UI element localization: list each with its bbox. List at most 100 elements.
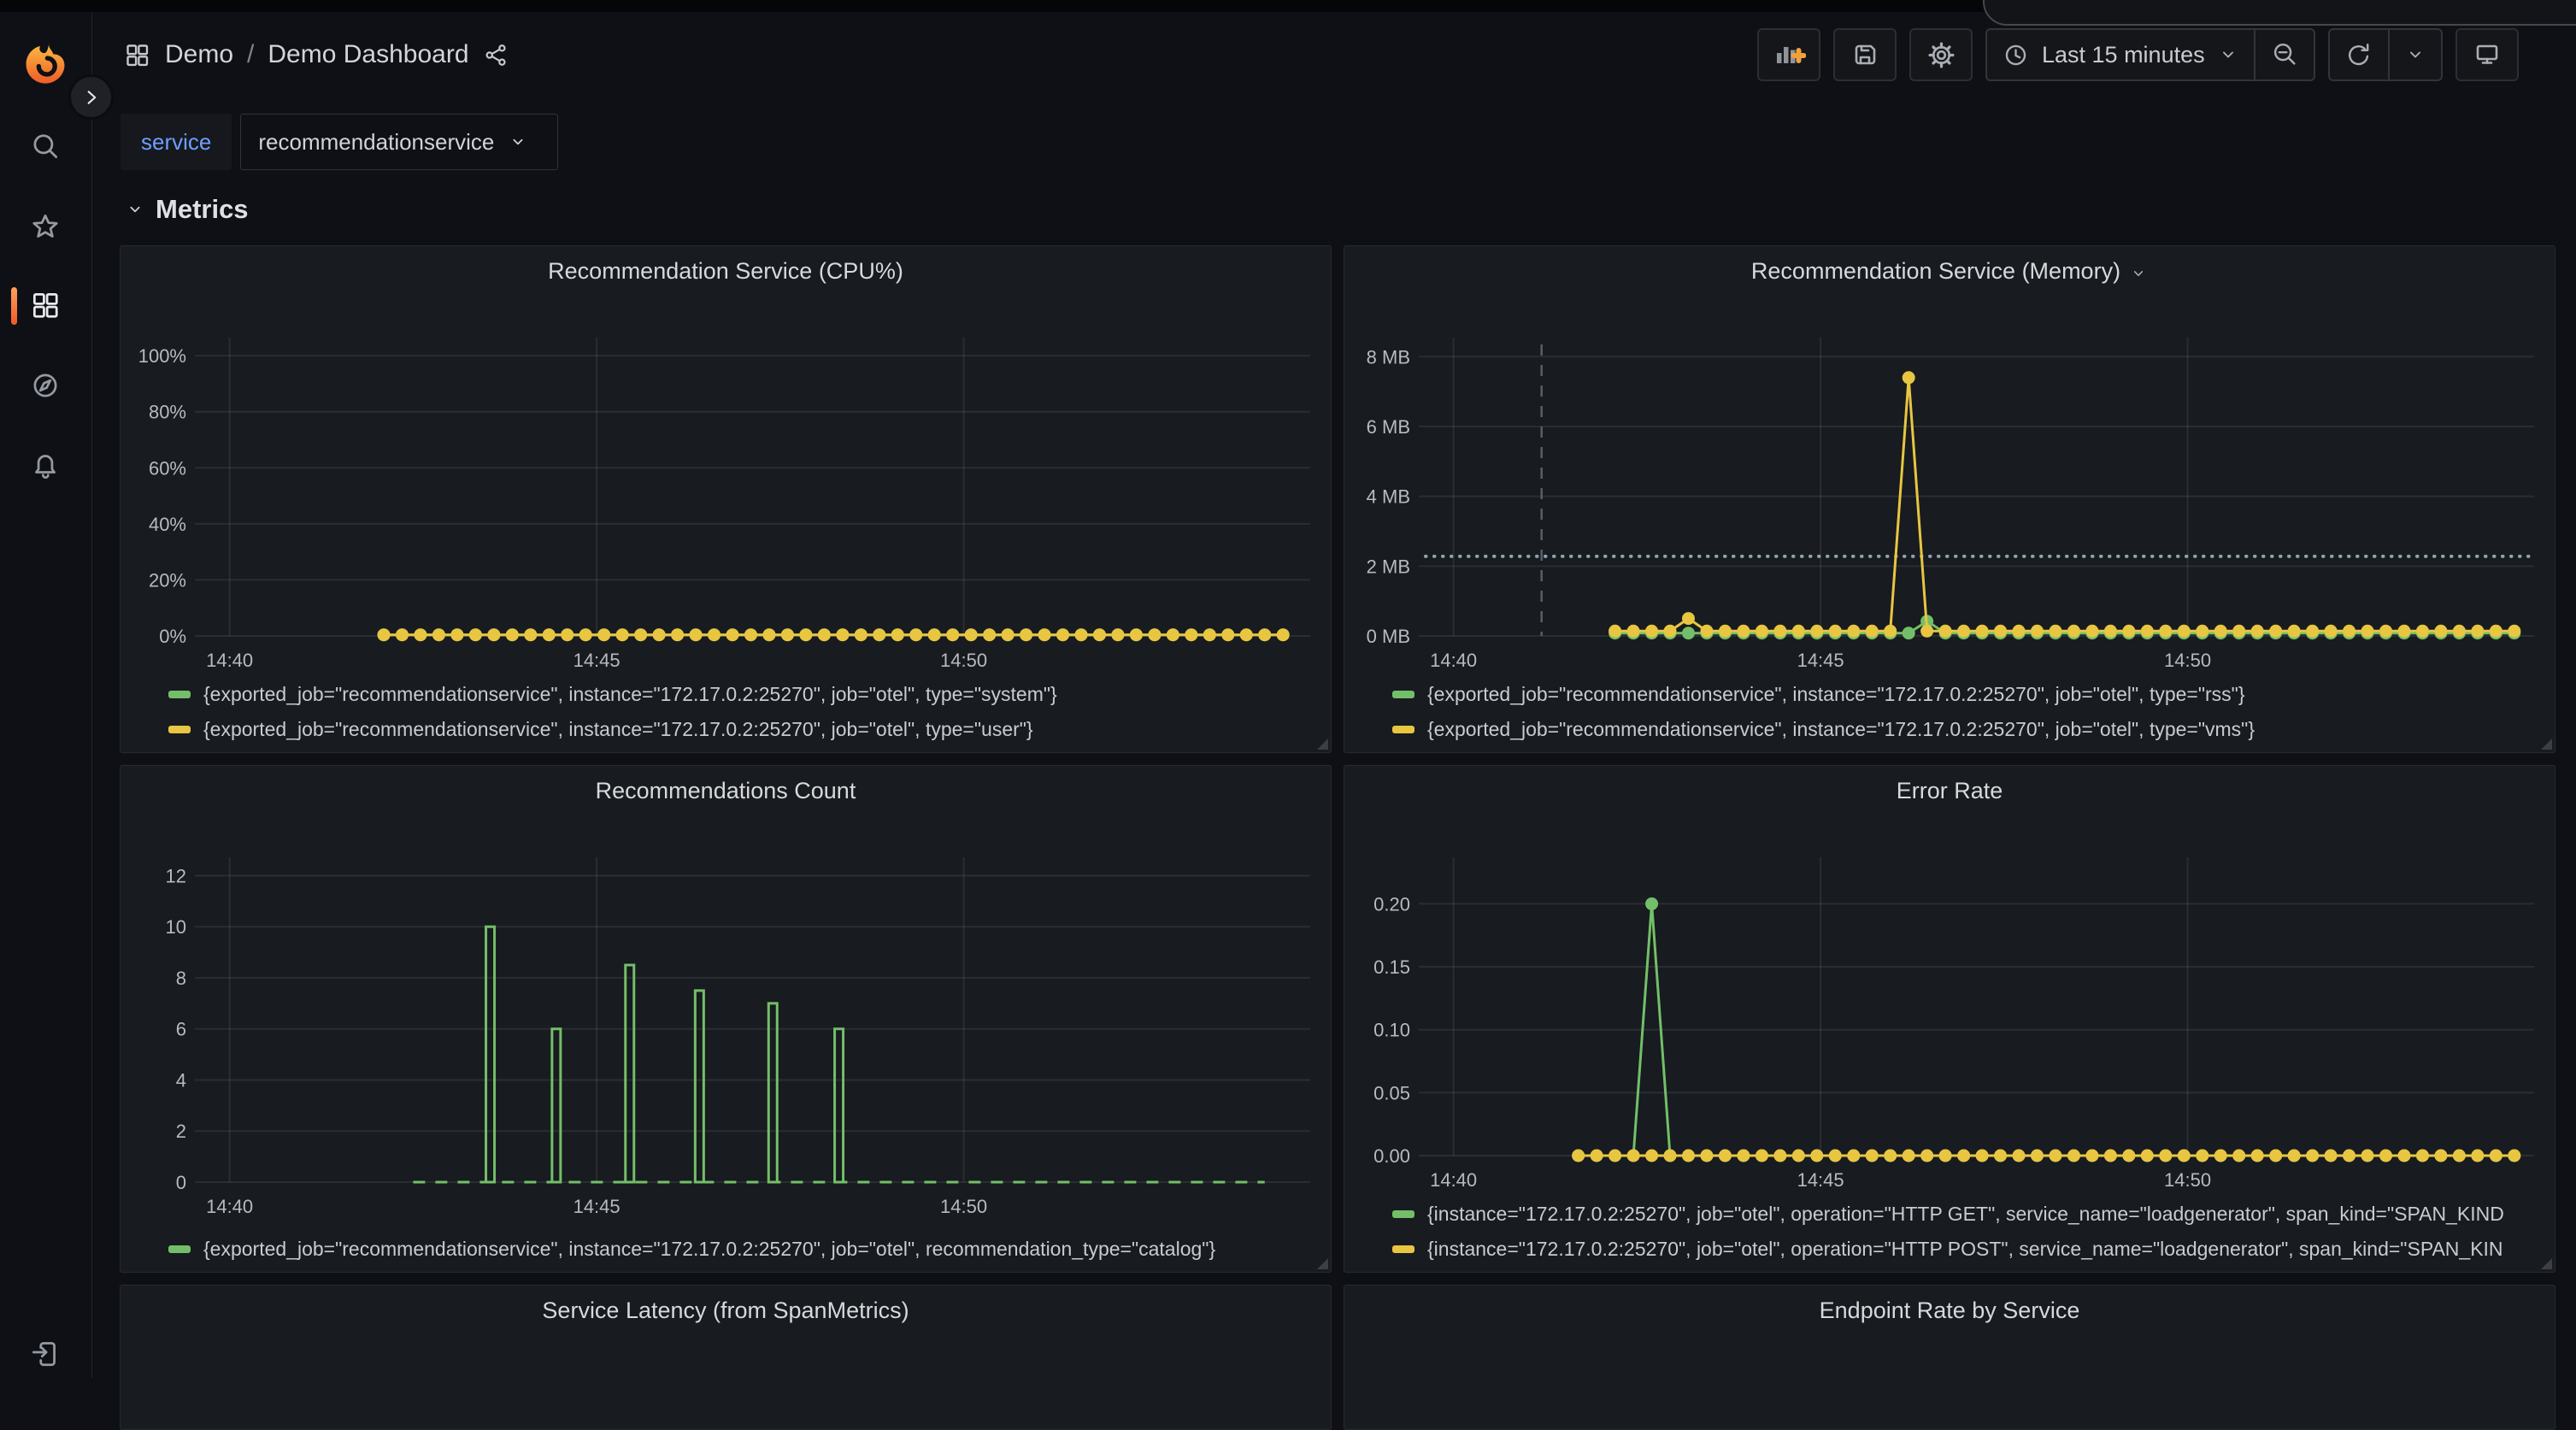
panel-title[interactable]: Error Rate bbox=[1344, 778, 2555, 804]
kiosk-mode-button[interactable] bbox=[2455, 28, 2519, 81]
dashboards-grid-icon[interactable] bbox=[123, 41, 151, 69]
time-range-label: Last 15 minutes bbox=[2042, 42, 2205, 68]
panel-resize-handle[interactable] bbox=[1317, 1258, 1328, 1269]
legend-item[interactable]: {instance="172.17.0.2:25270", job="otel"… bbox=[1392, 1232, 2548, 1267]
panel-title[interactable]: Recommendation Service (Memory) bbox=[1344, 258, 2555, 285]
variable-value-dropdown[interactable]: recommendationservice bbox=[240, 114, 558, 170]
sidebar-active-indicator bbox=[11, 287, 17, 325]
dashboard-settings-button[interactable] bbox=[1909, 28, 1973, 81]
alerting-bell-icon[interactable] bbox=[29, 447, 62, 480]
chevron-down-icon bbox=[2404, 44, 2426, 66]
recommendations-count-chart[interactable]: 02468101214:4014:4514:50 bbox=[121, 814, 1331, 1273]
refresh-control bbox=[2328, 28, 2443, 81]
legend-item[interactable]: {exported_job="recommendationservice", i… bbox=[168, 712, 1324, 747]
svg-text:2: 2 bbox=[176, 1121, 186, 1142]
svg-text:0%: 0% bbox=[159, 626, 186, 647]
variable-label: service bbox=[121, 114, 232, 170]
search-icon[interactable] bbox=[29, 131, 62, 163]
legend-item[interactable]: {instance="172.17.0.2:25270", job="otel"… bbox=[1392, 1197, 2548, 1232]
chevron-down-icon bbox=[508, 132, 528, 152]
legend: {exported_job="recommendationservice", i… bbox=[168, 677, 1324, 747]
legend-label: {exported_job="recommendationservice", i… bbox=[203, 1238, 1215, 1261]
refresh-button[interactable] bbox=[2330, 30, 2388, 79]
time-range-picker[interactable]: Last 15 minutes bbox=[1987, 30, 2254, 79]
clock-icon bbox=[2002, 41, 2030, 69]
legend-item[interactable]: {exported_job="recommendationservice", i… bbox=[1392, 712, 2548, 747]
dashboards-icon[interactable] bbox=[29, 289, 62, 321]
panel-title[interactable]: Endpoint Rate by Service bbox=[1344, 1298, 2555, 1324]
favorites-star-icon[interactable] bbox=[29, 210, 62, 243]
dashboard-variables: service recommendationservice bbox=[121, 114, 558, 170]
legend-item[interactable]: {exported_job="recommendationservice", i… bbox=[1392, 677, 2548, 712]
explore-compass-icon[interactable] bbox=[29, 369, 62, 402]
panel-recommendations-count: Recommendations Count 02468101214:4014:4… bbox=[120, 765, 1332, 1273]
svg-text:0.15: 0.15 bbox=[1373, 956, 1410, 978]
svg-text:2 MB: 2 MB bbox=[1367, 556, 1410, 577]
svg-text:14:40: 14:40 bbox=[206, 650, 253, 671]
svg-text:14:50: 14:50 bbox=[940, 650, 987, 671]
expand-sidebar-button[interactable] bbox=[68, 74, 114, 120]
panel-service-latency: Service Latency (from SpanMetrics) bbox=[120, 1285, 1332, 1430]
metrics-section-header[interactable]: Metrics bbox=[125, 191, 249, 227]
legend: {exported_job="recommendationservice", i… bbox=[1392, 677, 2548, 747]
time-range-control: Last 15 minutes bbox=[1985, 28, 2315, 81]
svg-text:0: 0 bbox=[176, 1172, 186, 1193]
legend: {exported_job="recommendationservice", i… bbox=[168, 1232, 1324, 1267]
svg-text:12: 12 bbox=[166, 865, 186, 886]
legend-label: {instance="172.17.0.2:25270", job="otel"… bbox=[1427, 1238, 2503, 1261]
svg-text:8: 8 bbox=[176, 968, 186, 989]
zoom-out-time-button[interactable] bbox=[2254, 30, 2314, 79]
panel-title[interactable]: Recommendations Count bbox=[121, 778, 1331, 804]
dashboard-toolbar: Last 15 minutes bbox=[1757, 28, 2519, 81]
sign-in-icon[interactable] bbox=[29, 1336, 62, 1368]
sidebar bbox=[0, 12, 92, 1378]
svg-text:14:40: 14:40 bbox=[1430, 1169, 1477, 1191]
legend-swatch bbox=[168, 691, 191, 698]
svg-text:6: 6 bbox=[176, 1019, 186, 1040]
panel-error-rate: Error Rate 0.000.050.100.150.2014:4014:4… bbox=[1344, 765, 2555, 1273]
svg-text:14:45: 14:45 bbox=[1797, 650, 1844, 671]
panel-resize-handle[interactable] bbox=[2541, 739, 2552, 750]
svg-text:14:45: 14:45 bbox=[573, 1196, 620, 1217]
svg-text:80%: 80% bbox=[149, 402, 186, 423]
grafana-logo[interactable] bbox=[23, 39, 68, 87]
svg-text:14:45: 14:45 bbox=[1797, 1169, 1844, 1191]
panel-resize-handle[interactable] bbox=[1317, 739, 1328, 750]
breadcrumb-page[interactable]: Demo Dashboard bbox=[268, 40, 468, 69]
legend-swatch bbox=[168, 1245, 191, 1253]
zoom-out-icon bbox=[2270, 40, 2299, 69]
svg-text:14:40: 14:40 bbox=[1430, 650, 1477, 671]
refresh-interval-dropdown[interactable] bbox=[2388, 30, 2441, 79]
svg-text:14:50: 14:50 bbox=[2164, 650, 2211, 671]
save-icon bbox=[1850, 39, 1880, 70]
svg-text:40%: 40% bbox=[149, 514, 186, 535]
legend: {instance="172.17.0.2:25270", job="otel"… bbox=[1392, 1197, 2548, 1267]
breadcrumb: Demo / Demo Dashboard bbox=[123, 28, 509, 81]
chevron-down-icon bbox=[125, 199, 145, 220]
legend-label: {exported_job="recommendationservice", i… bbox=[203, 718, 1033, 741]
svg-text:0 MB: 0 MB bbox=[1367, 626, 1410, 647]
svg-text:0.00: 0.00 bbox=[1373, 1145, 1410, 1167]
legend-label: {exported_job="recommendationservice", i… bbox=[203, 683, 1057, 706]
svg-text:14:50: 14:50 bbox=[2164, 1169, 2211, 1191]
panel-resize-handle[interactable] bbox=[2541, 1258, 2552, 1269]
save-dashboard-button[interactable] bbox=[1833, 28, 1897, 81]
breadcrumb-section[interactable]: Demo bbox=[165, 40, 233, 69]
legend-label: {exported_job="recommendationservice", i… bbox=[1427, 718, 2255, 741]
refresh-icon bbox=[2344, 40, 2373, 69]
monitor-icon bbox=[2472, 39, 2502, 70]
share-icon[interactable] bbox=[483, 42, 509, 68]
panel-menu-caret-icon[interactable] bbox=[2129, 264, 2148, 283]
add-visualization-button[interactable] bbox=[1757, 28, 1820, 81]
legend-swatch bbox=[1392, 1210, 1414, 1218]
panel-title[interactable]: Service Latency (from SpanMetrics) bbox=[121, 1298, 1331, 1324]
panel-title[interactable]: Recommendation Service (CPU%) bbox=[121, 258, 1331, 285]
legend-item[interactable]: {exported_job="recommendationservice", i… bbox=[168, 677, 1324, 712]
legend-swatch bbox=[1392, 726, 1414, 733]
svg-text:100%: 100% bbox=[138, 345, 186, 367]
legend-label: {instance="172.17.0.2:25270", job="otel"… bbox=[1427, 1203, 2504, 1226]
browser-overlay-card bbox=[1983, 0, 2576, 26]
svg-text:10: 10 bbox=[166, 916, 186, 938]
section-title: Metrics bbox=[156, 194, 249, 225]
legend-item[interactable]: {exported_job="recommendationservice", i… bbox=[168, 1232, 1324, 1267]
